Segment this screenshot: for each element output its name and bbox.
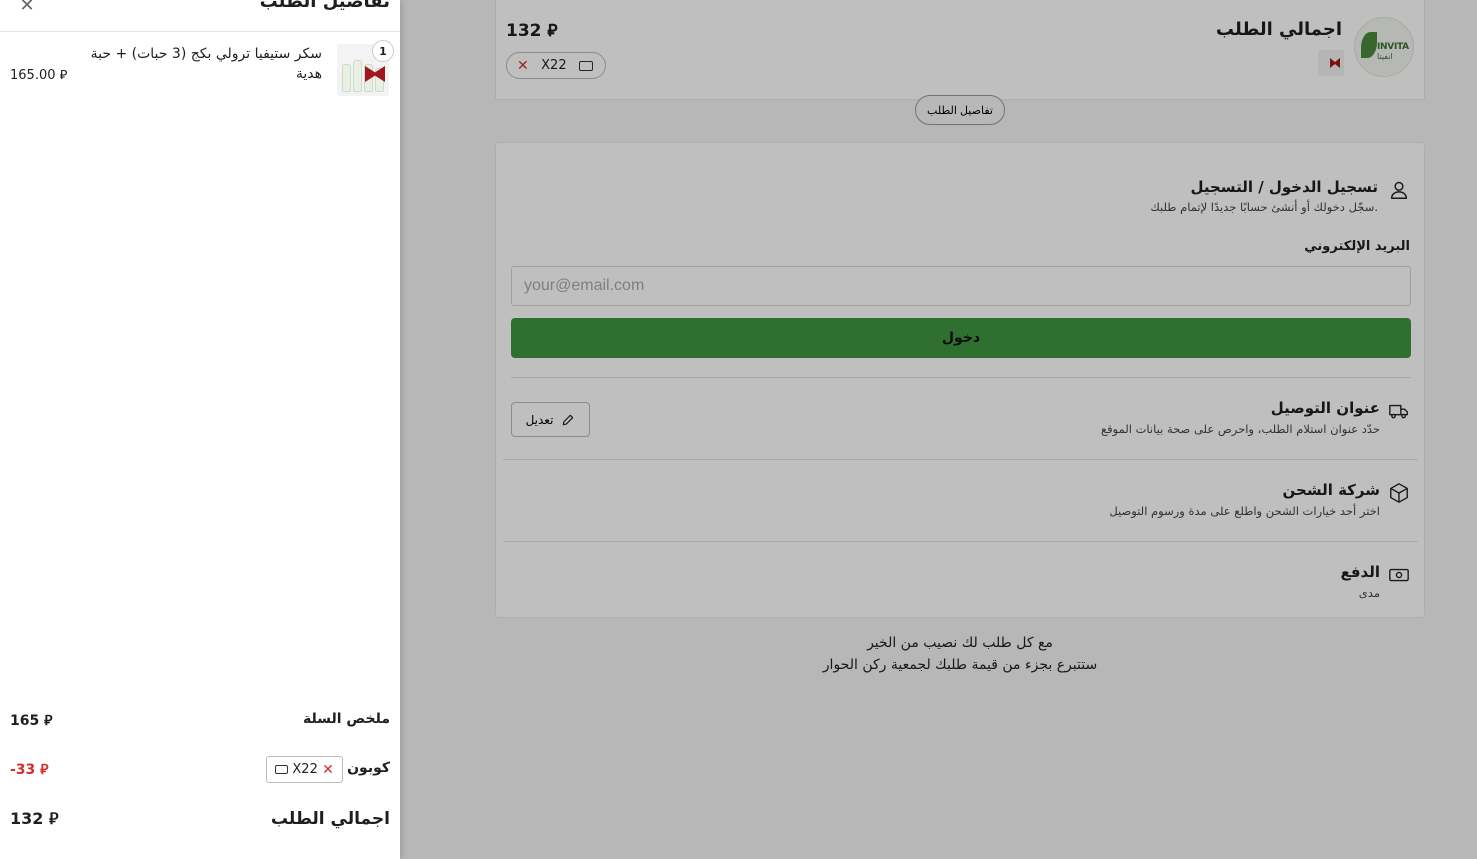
payment-subtitle: مدى bbox=[1358, 586, 1380, 600]
divider bbox=[511, 377, 1411, 378]
address-title: عنوان التوصيل bbox=[1270, 399, 1380, 417]
shipping-title: شركة الشحن bbox=[1282, 481, 1380, 499]
login-title: تسجيل الدخول / التسجيل bbox=[1190, 178, 1378, 196]
drawer-title: تفاصيل الطلب bbox=[259, 0, 390, 12]
divider bbox=[0, 31, 400, 32]
bottle-shape bbox=[353, 60, 362, 92]
order-total-title: اجمالي الطلب bbox=[1215, 19, 1342, 40]
payment-title: الدفع bbox=[1340, 563, 1380, 581]
item-price: 165.00 ⃁ bbox=[10, 68, 68, 83]
divider bbox=[503, 459, 1418, 460]
login-subtitle: سجّل دخولك أو أنشئ حسابًا جديدًا لإتمام … bbox=[1150, 200, 1378, 214]
remove-coupon-button[interactable]: ✕ bbox=[322, 762, 334, 778]
donation-line-1: مع كل طلب لك نصيب من الخير bbox=[867, 635, 1053, 651]
coupon-tag: X22 ✕ bbox=[266, 756, 343, 783]
edit-address-button[interactable]: تعديل bbox=[511, 402, 590, 437]
divider bbox=[503, 541, 1418, 542]
user-icon bbox=[1390, 181, 1408, 199]
cart-summary-label: ملخص السلة bbox=[303, 711, 390, 727]
order-details-button[interactable]: تفاصيل الطلب bbox=[915, 95, 1005, 125]
store-logo: INVITA انفيتا bbox=[1354, 17, 1414, 77]
ticket-icon bbox=[579, 60, 593, 71]
quantity-badge: 1 bbox=[372, 40, 394, 62]
coupon-discount: -33 ⃁ bbox=[10, 762, 49, 778]
shipping-subtitle: اختر أحد خيارات الشحن واطلع على مدة ورسو… bbox=[1109, 504, 1380, 518]
box-icon bbox=[1390, 483, 1408, 503]
store-logo-text: INVITA bbox=[1377, 42, 1409, 52]
email-label: البريد الإلكتروني bbox=[1304, 239, 1410, 254]
checkout-steps-card: تسجيل الدخول / التسجيل سجّل دخولك أو أنش… bbox=[495, 142, 1425, 618]
email-field[interactable] bbox=[511, 266, 1411, 306]
order-summary-card: INVITA انفيتا اجمالي الطلب 132 ⃁ ✕ X22 bbox=[495, 0, 1425, 100]
applied-coupon-chip: ✕ X22 bbox=[506, 52, 606, 79]
order-total-value: 132 ⃁ bbox=[10, 809, 59, 828]
delivery-truck-icon bbox=[1389, 404, 1408, 419]
coupon-code: X22 bbox=[541, 58, 567, 73]
order-total-value: 132 ⃁ bbox=[506, 21, 558, 41]
edit-label: تعديل bbox=[525, 412, 554, 427]
pencil-icon bbox=[563, 414, 574, 425]
bottle-shape bbox=[342, 64, 351, 92]
product-thumbnail bbox=[1318, 50, 1344, 76]
order-details-drawer: تفاصيل الطلب ✕ 1 سكر ستيفيا ترولي بكج (3… bbox=[0, 0, 400, 859]
coupon-label: كوبون bbox=[347, 760, 390, 776]
gift-bow-icon bbox=[1330, 58, 1340, 68]
store-logo-text-ar: انفيتا bbox=[1377, 52, 1393, 61]
cart-summary-value: 165 ⃁ bbox=[10, 713, 53, 729]
item-name: سكر ستيفيا ترولي بكج (3 حبات) + حبة هدية bbox=[90, 46, 322, 82]
leaf-icon bbox=[1361, 32, 1377, 58]
login-button[interactable]: دخول bbox=[511, 318, 1411, 358]
address-subtitle: حدّد عنوان استلام الطلب، واحرص على صحة ب… bbox=[1101, 422, 1380, 436]
order-total-label: اجمالي الطلب bbox=[270, 809, 390, 829]
donation-line-2: ستتبرع بجزء من قيمة طلبك لجمعية ركن الحو… bbox=[822, 657, 1098, 673]
coupon-code: X22 bbox=[292, 762, 318, 777]
cash-icon bbox=[1389, 568, 1409, 582]
ticket-icon bbox=[275, 765, 289, 774]
close-icon[interactable]: ✕ bbox=[18, 0, 36, 14]
remove-coupon-button[interactable]: ✕ bbox=[517, 58, 529, 74]
